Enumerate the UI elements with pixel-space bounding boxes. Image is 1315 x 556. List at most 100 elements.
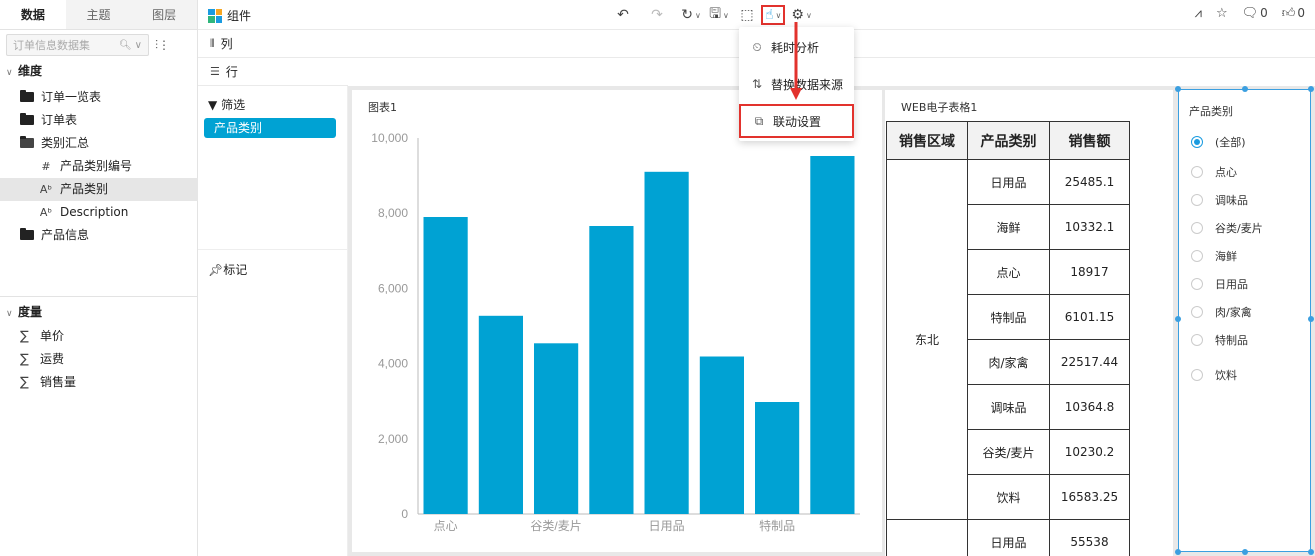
interaction-button[interactable]: ☝︎ ∨	[761, 5, 786, 25]
measure-item-quantity[interactable]: ∑ 销售量	[0, 371, 198, 394]
preview-icon[interactable]: ⬚	[737, 5, 757, 25]
rows-shelf[interactable]: ☰ 行	[198, 58, 348, 86]
chart-component[interactable]: 图表1 0 2,000 4,000 6,000 8,000 10,000 点心 谷类/麦片 日用…	[352, 90, 882, 552]
measure-item-unit-price[interactable]: ∑ 单价	[0, 325, 198, 348]
measure-item-freight[interactable]: ∑ 运费	[0, 348, 198, 371]
bar	[810, 156, 855, 514]
radio[interactable]	[1191, 306, 1203, 318]
funnel-icon: ▼	[208, 98, 218, 112]
text-field-icon: Aᵇ	[39, 206, 53, 219]
option-label: 肉/家禽	[1215, 306, 1252, 319]
menu-item-linkage-settings[interactable]: ⧉ 联动设置	[739, 104, 854, 138]
swap-icon: ⇅	[751, 77, 763, 91]
number-field-icon: #	[41, 160, 51, 173]
redo-icon[interactable]: ↷	[647, 5, 667, 25]
tab-data[interactable]: 数据	[0, 0, 66, 29]
filter-option[interactable]: 日用品	[1191, 276, 1248, 292]
radio[interactable]	[1191, 166, 1203, 178]
save-button[interactable]: 🖫︎ ∨	[709, 5, 729, 25]
folder-icon	[20, 228, 34, 240]
columns-label: 列	[220, 37, 233, 51]
tree-item-label: 产品信息	[41, 228, 90, 242]
filter-option[interactable]: 谷类/麦片	[1191, 220, 1263, 236]
resize-handle[interactable]	[1308, 86, 1314, 92]
tree-item-category[interactable]: Aᵇ 产品类别	[0, 178, 198, 201]
comment-button[interactable]: 🗨︎ 0	[1242, 6, 1268, 21]
resize-handle[interactable]	[1175, 316, 1181, 322]
filter-option[interactable]: 调味品	[1191, 192, 1248, 208]
tree-item-order-list[interactable]: 订单一览表	[0, 86, 198, 109]
category-filter-component[interactable]: 产品类别 (全部) 点心 调味品 谷类/麦片 海鲜 日用品 肉/家禽 特制品 饮…	[1175, 86, 1314, 555]
measure-item-label: 运费	[40, 352, 65, 366]
filter-settings-icon[interactable]: ⫶⋮	[155, 38, 170, 53]
tab-layer[interactable]: 图层	[131, 0, 197, 29]
option-label: 饮料	[1215, 369, 1237, 382]
tree-item-category-id[interactable]: # 产品类别编号	[0, 155, 198, 178]
category-cell: 日用品	[967, 159, 1050, 205]
folder-icon	[20, 90, 34, 102]
table-component[interactable]: WEB电子表格1 销售区域 产品类别 销售额 东北 日用品 25485.1 海鲜…	[885, 90, 1173, 556]
dimension-header[interactable]: ∨ 维度	[0, 60, 198, 82]
menu-item-label: 替换数据来源	[771, 77, 844, 92]
dimension-section: ∨ 维度 订单一览表 订单表 类别汇总 # 产品类别编号 Aᵇ 产品类别 Aᵇ Desc…	[0, 60, 198, 247]
thumbs-up-icon: 👍︎	[1281, 6, 1296, 21]
radio[interactable]	[1191, 194, 1203, 206]
tree-item-label: 类别汇总	[41, 136, 90, 150]
filter-title: 筛选	[221, 98, 246, 112]
tree-item-label: 订单一览表	[41, 90, 102, 104]
refresh-button[interactable]: ↻ ∨	[681, 5, 701, 25]
radio[interactable]	[1191, 222, 1203, 234]
filter-option[interactable]: 饮料	[1191, 367, 1237, 383]
collapse-icon: ∨	[6, 309, 13, 319]
filter-option-all[interactable]: (全部)	[1191, 134, 1246, 150]
star-icon[interactable]: ☆	[1216, 6, 1228, 21]
resize-handle[interactable]	[1242, 86, 1248, 92]
share-icon[interactable]: ⩘	[1195, 6, 1202, 21]
tab-theme[interactable]: 主题	[66, 0, 132, 29]
y-tick-label: 0	[401, 507, 408, 521]
option-label: 点心	[1215, 166, 1237, 179]
filter-field-pill[interactable]: 产品类别	[204, 118, 336, 138]
menu-item-label: 联动设置	[773, 114, 822, 129]
tree-item-description[interactable]: Aᵇ Description	[0, 201, 198, 224]
x-tick-label: 点心	[434, 519, 458, 533]
filter-mark-column: ▼ 筛选 产品类别 📌︎标记	[198, 86, 348, 556]
radio[interactable]	[1191, 278, 1203, 290]
resize-handle[interactable]	[1308, 549, 1314, 555]
resize-handle[interactable]	[1308, 316, 1314, 322]
dataset-search-input[interactable]: 订单信息数据集 🔍︎ ∨	[6, 34, 149, 56]
tree-item-order-table[interactable]: 订单表	[0, 109, 198, 132]
radio-selected[interactable]	[1191, 136, 1203, 148]
filter-option[interactable]: 海鲜	[1191, 248, 1237, 264]
radio[interactable]	[1191, 250, 1203, 262]
component-button[interactable]: 组件	[208, 7, 251, 24]
chevron-down-icon: ∨	[723, 10, 729, 20]
collapse-icon: ∨	[6, 68, 13, 78]
chevron-down-icon[interactable]: ∨	[135, 40, 142, 51]
tree-item-category-summary[interactable]: 类别汇总	[0, 132, 198, 155]
measure-title: 度量	[18, 305, 43, 319]
measure-header[interactable]: ∨ 度量	[0, 301, 198, 323]
undo-icon[interactable]: ↶	[613, 5, 633, 25]
component-label: 组件	[227, 9, 252, 23]
category-cell: 饮料	[967, 474, 1050, 520]
tree-item-label: Description	[60, 205, 129, 219]
filter-option[interactable]: 特制品	[1191, 332, 1248, 348]
resize-handle[interactable]	[1175, 86, 1181, 92]
radio[interactable]	[1191, 369, 1203, 381]
like-button[interactable]: 👍︎ 0	[1282, 6, 1305, 21]
filter-option[interactable]: 肉/家禽	[1191, 304, 1252, 320]
resize-handle[interactable]	[1175, 549, 1181, 555]
option-label: 谷类/麦片	[1215, 222, 1263, 235]
dataset-search-placeholder: 订单信息数据集	[13, 39, 90, 52]
search-icon[interactable]: 🔍︎	[119, 40, 132, 51]
columns-shelf[interactable]: ⫴ 列	[198, 30, 348, 58]
bar	[534, 343, 579, 514]
bar	[699, 356, 744, 514]
filter-option[interactable]: 点心	[1191, 164, 1237, 180]
radio[interactable]	[1191, 334, 1203, 346]
resize-handle[interactable]	[1242, 549, 1248, 555]
hand-pointer-icon: ☝︎	[765, 7, 774, 23]
tree-item-product-info[interactable]: 产品信息	[0, 224, 198, 247]
filter-divider	[198, 249, 348, 250]
